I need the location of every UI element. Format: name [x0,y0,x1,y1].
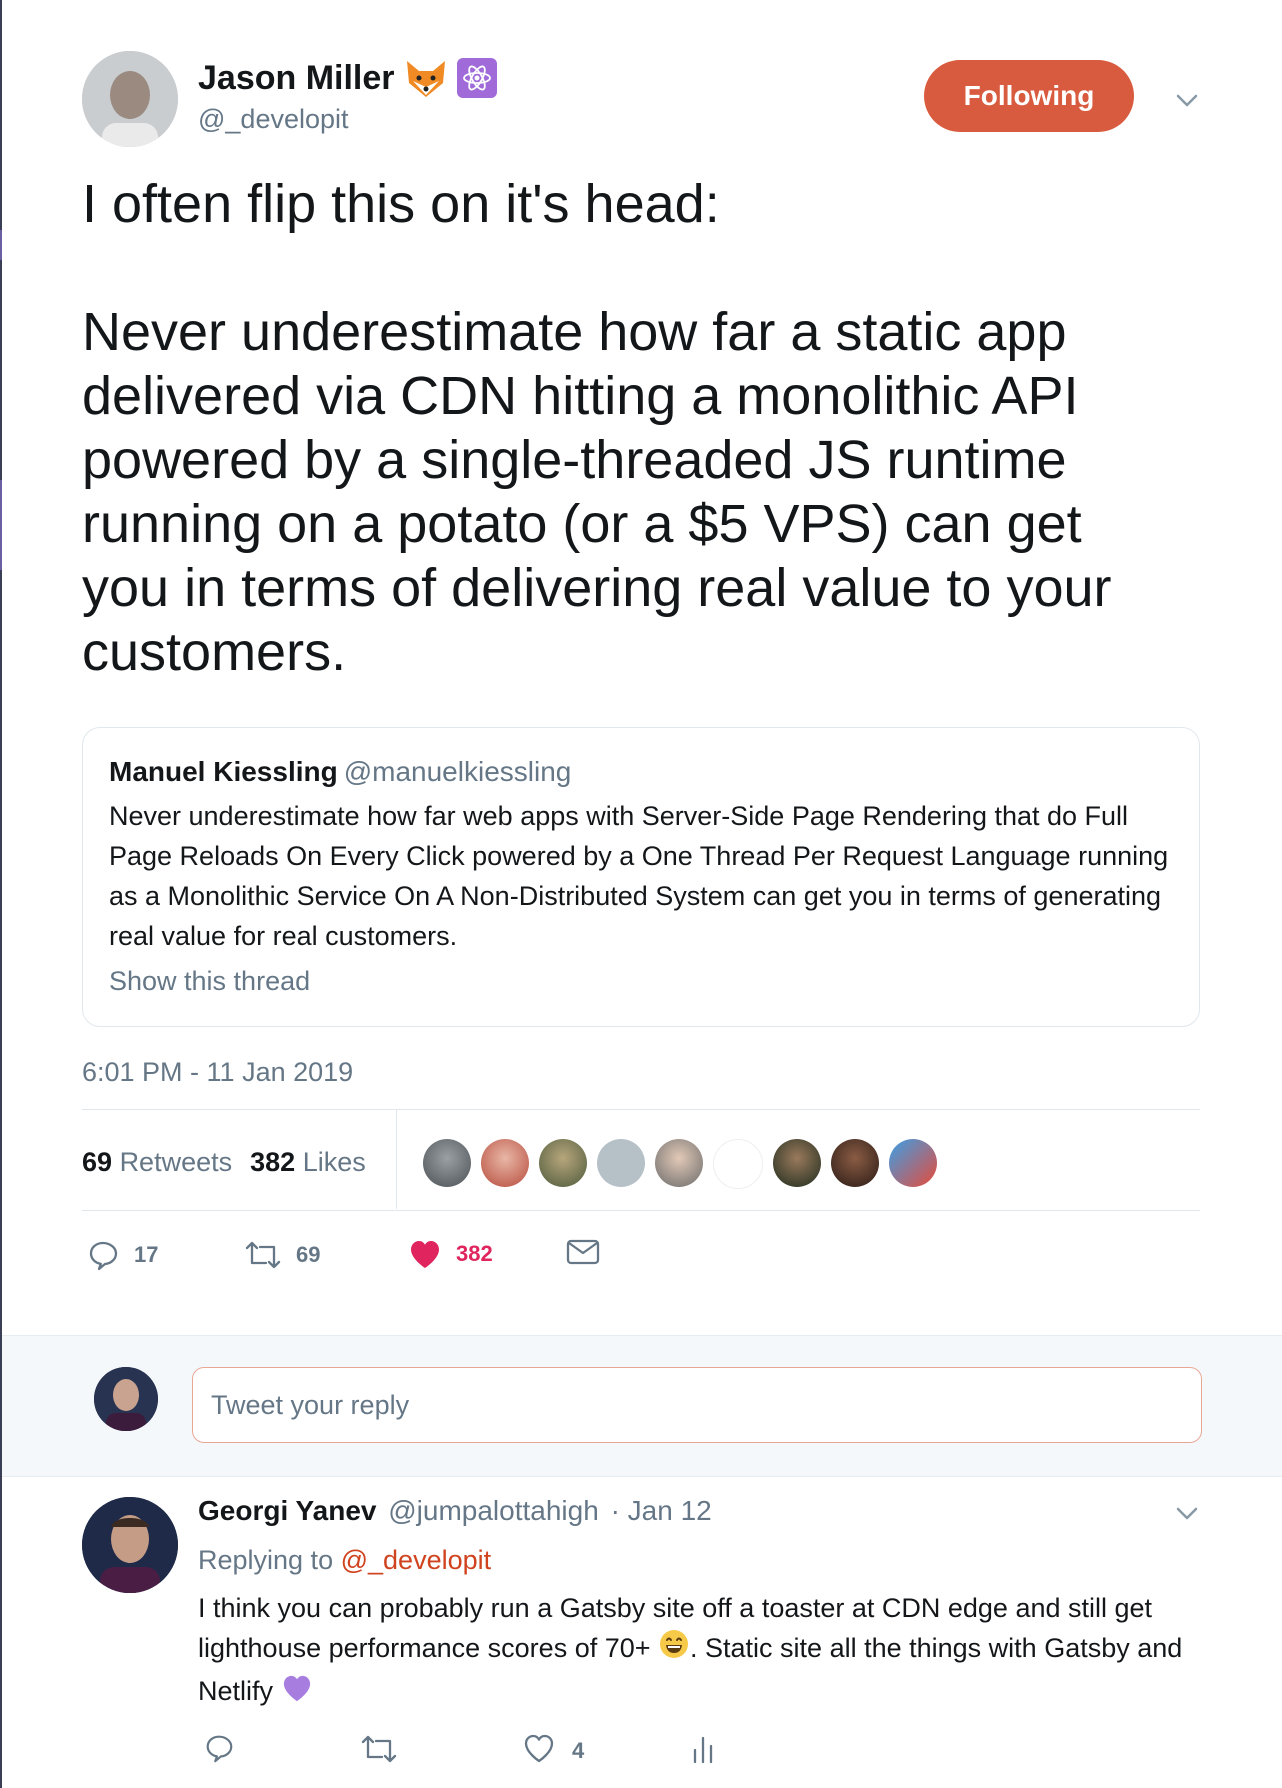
liker-avatar[interactable] [773,1139,821,1187]
author-name[interactable]: Jason Miller [198,59,395,98]
tweet-timestamp[interactable]: 6:01 PM - 11 Jan 2019 [82,1057,353,1088]
liker-avatar[interactable] [655,1139,703,1187]
liker-avatar[interactable] [539,1139,587,1187]
reply-reply-action[interactable] [203,1732,235,1770]
analytics-action[interactable] [690,1732,716,1770]
quoted-tweet-text: Never underestimate how far web apps wit… [109,801,1169,951]
quoted-author-handle: @manuelkiessling [343,756,572,787]
current-user-avatar[interactable] [94,1367,158,1431]
quoted-author-name: Manuel Kiessling [109,756,338,787]
liker-avatar[interactable] [597,1139,645,1187]
author-avatar[interactable] [82,51,178,147]
reply-icon [203,1732,235,1770]
retweet-count: 69 [296,1242,321,1267]
chevron-down-icon[interactable] [1170,84,1204,118]
show-thread-link[interactable]: Show this thread [109,966,310,997]
retweet-icon [360,1732,398,1772]
author-handle[interactable]: @_developit [198,104,349,135]
replying-to-link[interactable]: @_developit [341,1545,492,1575]
tweet-text: I often flip this on it's head: Never un… [82,174,1112,682]
stats-divider [396,1110,397,1209]
liker-avatar[interactable] [889,1139,937,1187]
reply-count: 17 [134,1242,159,1267]
reply-header: Georgi Yanev @jumpalottahigh · Jan 12 [198,1495,712,1527]
retweet-icon [244,1238,282,1272]
divider [82,1210,1200,1211]
quoted-tweet-header: Manuel Kiessling @manuelkiessling [109,756,571,788]
fox-emoji-icon [403,55,449,101]
reply-retweet-action[interactable] [360,1732,398,1772]
reply-icon [86,1238,120,1272]
liker-avatars [423,1139,937,1189]
retweets-stat[interactable]: 69 Retweets [82,1147,232,1177]
tweet-reply-input[interactable] [192,1367,1202,1443]
react-atom-icon [456,58,497,98]
tweet-stats: 69 Retweets 382 Likes [82,1147,366,1178]
liker-avatar[interactable] [423,1139,471,1187]
reply-action[interactable]: 17 [86,1238,158,1272]
following-button[interactable]: Following [924,60,1134,132]
quoted-tweet[interactable]: Manuel Kiessling @manuelkiessling Never u… [82,727,1200,1027]
envelope-icon [566,1238,600,1266]
purple-heart-emoji-icon [281,1673,313,1714]
like-count: 382 [456,1241,493,1266]
heart-filled-icon [408,1238,442,1270]
direct-message-action[interactable] [566,1238,600,1266]
like-action[interactable]: 382 [408,1238,493,1270]
heart-outline-icon [522,1732,556,1770]
reply-like-count: 4 [572,1738,585,1763]
divider [82,1109,1200,1110]
liker-avatar[interactable] [713,1139,763,1189]
liker-avatar[interactable] [831,1139,879,1187]
author-name-row: Jason Miller [198,55,497,101]
reply-author-avatar[interactable] [82,1497,178,1593]
reply-like-action[interactable]: 4 [522,1732,584,1770]
window-edge [0,0,2,1788]
analytics-icon [690,1732,716,1770]
replying-to: Replying to @_developit [198,1545,492,1575]
reply-author-name[interactable]: Georgi Yanev [198,1495,376,1526]
likes-stat[interactable]: 382 Likes [250,1147,366,1177]
reply-author-handle[interactable]: @jumpalottahigh [388,1495,599,1526]
chevron-down-icon[interactable] [1170,1497,1204,1531]
reply-date[interactable]: · Jan 12 [611,1495,712,1526]
liker-avatar[interactable] [481,1139,529,1187]
grinning-face-emoji-icon [658,1628,690,1671]
retweet-action[interactable]: 69 [244,1238,320,1272]
reply-text: I think you can probably run a Gatsby si… [198,1588,1208,1714]
